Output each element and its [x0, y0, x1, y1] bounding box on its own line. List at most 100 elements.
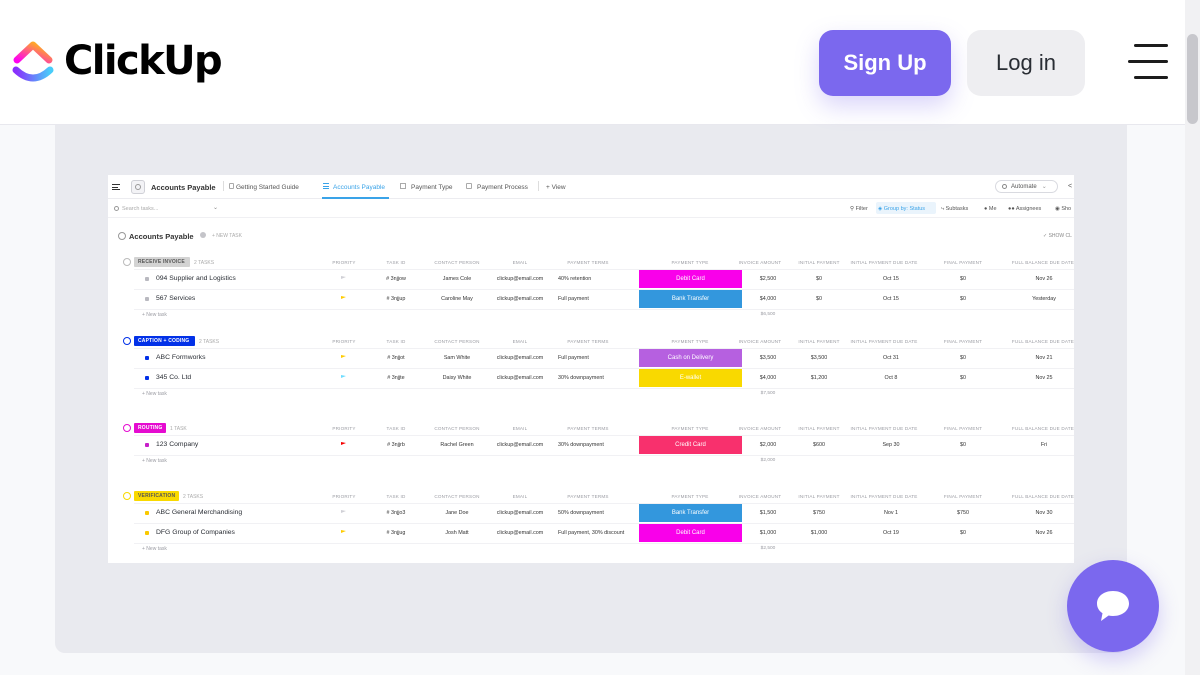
add-view-button[interactable]: + View — [546, 184, 566, 191]
share-icon[interactable]: < — [1068, 183, 1072, 190]
table-cell: $1,000 — [810, 530, 828, 536]
row-divider — [134, 503, 1074, 504]
add-task-link[interactable]: + New task — [142, 546, 167, 552]
column-header: PAYMENT TYPE — [671, 339, 709, 344]
assignees-button[interactable]: ●● Assignees — [1008, 206, 1041, 212]
payment-type-tag[interactable]: E-wallet — [639, 369, 742, 387]
group-status-icon[interactable] — [123, 424, 131, 432]
table-cell: $0 — [960, 355, 966, 361]
task-status-dot[interactable] — [145, 277, 149, 281]
group-status-icon[interactable] — [123, 337, 131, 345]
tab-accounts-payable[interactable]: Accounts Payable — [333, 184, 385, 191]
payment-type-tag[interactable]: Cash on Delivery — [639, 349, 742, 367]
automate-button[interactable]: Automate ⌄ — [995, 180, 1058, 193]
table-cell: Nov 30 — [1035, 510, 1053, 516]
table-cell: Oct 15 — [883, 296, 899, 302]
row-divider — [134, 388, 1074, 389]
task-name[interactable]: 567 Services — [156, 295, 195, 302]
chevron-down-icon: ⌄ — [1041, 184, 1047, 190]
task-name[interactable]: 345 Co. Ltd — [156, 374, 191, 381]
section-title: Accounts Payable — [129, 232, 194, 241]
payment-type-tag[interactable]: Credit Card — [639, 436, 742, 454]
task-status-dot[interactable] — [145, 531, 149, 535]
chat-button[interactable] — [1067, 560, 1159, 652]
group-status-icon[interactable] — [123, 258, 131, 266]
invoice-total: $2,000 — [760, 458, 776, 463]
hamburger-menu-icon[interactable] — [1128, 44, 1168, 80]
show-button[interactable]: ◉ Sho — [1055, 206, 1071, 212]
automate-icon — [1002, 184, 1007, 189]
info-icon — [200, 232, 206, 238]
group-status-icon[interactable] — [123, 492, 131, 500]
payment-type-tag[interactable]: Bank Transfer — [639, 290, 742, 308]
priority-flag-icon[interactable] — [341, 375, 346, 378]
me-button[interactable]: ● Me — [984, 206, 997, 212]
tab-payment-process[interactable]: Payment Process — [477, 184, 528, 191]
add-task-link[interactable]: + New task — [142, 458, 167, 464]
sign-up-button[interactable]: Sign Up — [819, 30, 951, 96]
users-icon: ●● — [1008, 206, 1016, 212]
column-header: INITIAL PAYMENT DUE DATE — [850, 426, 918, 431]
collapse-section-icon[interactable] — [118, 232, 126, 240]
column-header: PAYMENT TERMS — [567, 426, 609, 431]
task-name[interactable]: 094 Supplier and Logistics — [156, 275, 236, 282]
table-cell: clickup@email.com — [496, 375, 544, 381]
task-name[interactable]: ABC General Merchandising — [156, 509, 242, 516]
search-input[interactable]: Search tasks... — [122, 206, 158, 212]
priority-flag-icon[interactable] — [341, 276, 346, 279]
payment-type-tag[interactable]: Debit Card — [639, 524, 742, 542]
column-header: PAYMENT TYPE — [671, 426, 709, 431]
task-status-dot[interactable] — [145, 356, 149, 360]
table-cell: Oct 8 — [884, 375, 898, 381]
priority-flag-icon[interactable] — [341, 355, 346, 358]
table-cell: Fri — [1040, 442, 1048, 448]
column-header: PAYMENT TERMS — [567, 260, 609, 265]
subtasks-button[interactable]: ⤷ Subtasks — [941, 206, 968, 213]
task-name[interactable]: 123 Company — [156, 441, 198, 448]
active-tab-underline — [322, 197, 389, 199]
clickup-logo[interactable]: ClickUp — [12, 34, 223, 88]
invoice-total: $6,500 — [760, 312, 776, 317]
app-topbar: Accounts Payable Getting Started Guide A… — [108, 175, 1074, 199]
table-cell: Nov 26 — [1035, 530, 1053, 536]
add-task-link[interactable]: + New task — [142, 312, 167, 318]
chat-bubble-icon — [1097, 591, 1129, 621]
column-header: FINAL PAYMENT — [943, 260, 983, 265]
task-name[interactable]: DFG Group of Companies — [156, 529, 235, 536]
column-header: INITIAL PAYMENT DUE DATE — [850, 339, 918, 344]
row-divider — [134, 289, 1074, 290]
task-status-dot[interactable] — [145, 511, 149, 515]
tab-getting-started[interactable]: Getting Started Guide — [236, 184, 299, 191]
table-cell: $1,200 — [810, 375, 828, 381]
table-cell: clickup@email.com — [496, 355, 544, 361]
column-header: FINAL PAYMENT — [943, 426, 983, 431]
list-icon — [131, 180, 145, 194]
priority-flag-icon[interactable] — [341, 296, 346, 299]
tab-payment-type[interactable]: Payment Type — [411, 184, 452, 191]
payment-terms-cell: 50% downpayment — [558, 510, 604, 516]
payment-type-tag[interactable]: Debit Card — [639, 270, 742, 288]
chevron-down-icon[interactable]: ⌄ — [213, 204, 218, 211]
log-in-button[interactable]: Log in — [967, 30, 1085, 96]
row-divider — [134, 523, 1074, 524]
table-cell: $0 — [816, 276, 822, 282]
table-cell: Oct 19 — [883, 530, 899, 536]
new-task-link[interactable]: + NEW TASK — [212, 233, 242, 239]
priority-flag-icon[interactable] — [341, 530, 346, 533]
task-status-dot[interactable] — [145, 297, 149, 301]
filter-button[interactable]: ⚲ Filter — [850, 206, 868, 212]
task-status-dot[interactable] — [145, 443, 149, 447]
task-count: 1 TASK — [170, 425, 187, 432]
priority-flag-icon[interactable] — [341, 510, 346, 513]
task-name[interactable]: ABC Formworks — [156, 354, 205, 361]
show-closed-link[interactable]: ✓ SHOW CL — [1043, 233, 1072, 239]
add-task-link[interactable]: + New task — [142, 391, 167, 397]
task-status-dot[interactable] — [145, 376, 149, 380]
group-by-button[interactable]: ◈ Group by: Status — [878, 206, 925, 212]
priority-flag-icon[interactable] — [341, 442, 346, 445]
row-divider — [134, 455, 1074, 456]
payment-type-tag[interactable]: Bank Transfer — [639, 504, 742, 522]
column-header: INITIAL PAYMENT DUE DATE — [850, 494, 918, 499]
page-scrollbar-thumb[interactable] — [1187, 34, 1198, 124]
status-badge: RECEIVE INVOICE — [134, 257, 190, 267]
